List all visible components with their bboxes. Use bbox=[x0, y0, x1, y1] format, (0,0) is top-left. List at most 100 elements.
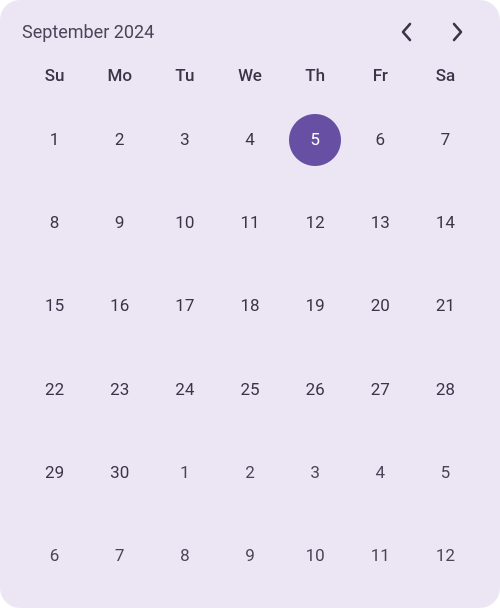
day-cell[interactable]: 13 bbox=[348, 181, 413, 264]
day-cell[interactable]: 7 bbox=[87, 515, 152, 598]
day-cell[interactable]: 3 bbox=[152, 98, 217, 181]
day-number: 28 bbox=[436, 380, 455, 400]
day-cell[interactable]: 10 bbox=[283, 515, 348, 598]
day-cell[interactable]: 5 bbox=[413, 431, 478, 514]
chevron-right-icon bbox=[452, 22, 464, 42]
day-number: 1 bbox=[180, 463, 190, 483]
day-cell[interactable]: 24 bbox=[152, 348, 217, 431]
next-month-button[interactable] bbox=[444, 18, 472, 46]
day-number: 10 bbox=[175, 213, 194, 233]
day-number: 14 bbox=[436, 213, 455, 233]
day-number: 9 bbox=[245, 546, 255, 566]
day-cell[interactable]: 18 bbox=[217, 265, 282, 348]
day-number: 2 bbox=[245, 463, 255, 483]
day-number: 10 bbox=[306, 546, 325, 566]
day-number: 4 bbox=[245, 130, 255, 150]
day-grid: 1234567891011121314151617181920212223242… bbox=[22, 98, 478, 598]
day-cell[interactable]: 8 bbox=[22, 181, 87, 264]
day-cell[interactable]: 6 bbox=[22, 515, 87, 598]
day-number: 8 bbox=[180, 546, 190, 566]
day-cell[interactable]: 12 bbox=[413, 515, 478, 598]
day-number: 21 bbox=[436, 296, 455, 316]
day-number: 30 bbox=[110, 463, 129, 483]
day-cell[interactable]: 21 bbox=[413, 265, 478, 348]
day-number: 3 bbox=[180, 130, 190, 150]
day-cell[interactable]: 5 bbox=[283, 98, 348, 181]
day-number: 18 bbox=[240, 296, 259, 316]
day-number: 16 bbox=[110, 296, 129, 316]
day-cell[interactable]: 28 bbox=[413, 348, 478, 431]
day-number: 2 bbox=[115, 130, 125, 150]
weekday-label: Mo bbox=[87, 60, 152, 92]
day-number: 15 bbox=[45, 296, 64, 316]
day-cell[interactable]: 6 bbox=[348, 98, 413, 181]
weekday-label: Su bbox=[22, 60, 87, 92]
day-cell[interactable]: 19 bbox=[283, 265, 348, 348]
day-number: 9 bbox=[115, 213, 125, 233]
day-cell[interactable]: 27 bbox=[348, 348, 413, 431]
day-number: 1 bbox=[50, 130, 60, 150]
day-number: 17 bbox=[175, 296, 194, 316]
day-cell[interactable]: 26 bbox=[283, 348, 348, 431]
day-cell[interactable]: 4 bbox=[348, 431, 413, 514]
day-number: 5 bbox=[441, 463, 451, 483]
day-cell[interactable]: 4 bbox=[217, 98, 282, 181]
day-cell[interactable]: 16 bbox=[87, 265, 152, 348]
day-cell[interactable]: 9 bbox=[217, 515, 282, 598]
day-cell[interactable]: 25 bbox=[217, 348, 282, 431]
day-number: 6 bbox=[375, 130, 385, 150]
weekday-label: Fr bbox=[348, 60, 413, 92]
day-number: 27 bbox=[371, 380, 390, 400]
day-cell[interactable]: 9 bbox=[87, 181, 152, 264]
day-number: 13 bbox=[371, 213, 390, 233]
day-number: 3 bbox=[310, 463, 320, 483]
prev-month-button[interactable] bbox=[392, 18, 420, 46]
month-nav bbox=[392, 18, 478, 46]
weekday-label: Tu bbox=[152, 60, 217, 92]
calendar-widget: September 2024 Su Mo Tu We Th Fr Sa 1234… bbox=[0, 0, 500, 608]
day-number: 11 bbox=[371, 546, 390, 566]
day-number: 12 bbox=[306, 213, 325, 233]
day-cell[interactable]: 8 bbox=[152, 515, 217, 598]
day-number: 23 bbox=[110, 380, 129, 400]
day-cell[interactable]: 30 bbox=[87, 431, 152, 514]
day-number: 11 bbox=[240, 213, 259, 233]
day-cell[interactable]: 3 bbox=[283, 431, 348, 514]
day-cell[interactable]: 17 bbox=[152, 265, 217, 348]
day-number: 7 bbox=[441, 130, 451, 150]
day-cell[interactable]: 2 bbox=[217, 431, 282, 514]
day-number: 6 bbox=[50, 546, 60, 566]
day-cell[interactable]: 29 bbox=[22, 431, 87, 514]
day-number: 8 bbox=[50, 213, 60, 233]
day-number: 29 bbox=[45, 463, 64, 483]
day-cell[interactable]: 23 bbox=[87, 348, 152, 431]
day-cell[interactable]: 11 bbox=[217, 181, 282, 264]
day-number: 7 bbox=[115, 546, 125, 566]
day-cell[interactable]: 7 bbox=[413, 98, 478, 181]
day-number: 4 bbox=[375, 463, 385, 483]
weekday-label: Th bbox=[283, 60, 348, 92]
day-number: 20 bbox=[371, 296, 390, 316]
day-cell[interactable]: 1 bbox=[22, 98, 87, 181]
day-number: 5 bbox=[310, 130, 320, 150]
day-cell[interactable]: 14 bbox=[413, 181, 478, 264]
month-year-title: September 2024 bbox=[22, 22, 154, 43]
weekday-label: We bbox=[217, 60, 282, 92]
day-number: 12 bbox=[436, 546, 455, 566]
chevron-left-icon bbox=[400, 22, 412, 42]
day-cell[interactable]: 11 bbox=[348, 515, 413, 598]
day-cell[interactable]: 1 bbox=[152, 431, 217, 514]
day-cell[interactable]: 10 bbox=[152, 181, 217, 264]
day-cell[interactable]: 22 bbox=[22, 348, 87, 431]
calendar-header: September 2024 bbox=[22, 18, 478, 46]
day-cell[interactable]: 20 bbox=[348, 265, 413, 348]
day-number: 22 bbox=[45, 380, 64, 400]
day-cell[interactable]: 15 bbox=[22, 265, 87, 348]
day-number: 26 bbox=[306, 380, 325, 400]
day-cell[interactable]: 12 bbox=[283, 181, 348, 264]
weekday-label: Sa bbox=[413, 60, 478, 92]
day-cell[interactable]: 2 bbox=[87, 98, 152, 181]
day-number: 25 bbox=[240, 380, 259, 400]
day-number: 24 bbox=[175, 380, 194, 400]
day-number: 19 bbox=[306, 296, 325, 316]
